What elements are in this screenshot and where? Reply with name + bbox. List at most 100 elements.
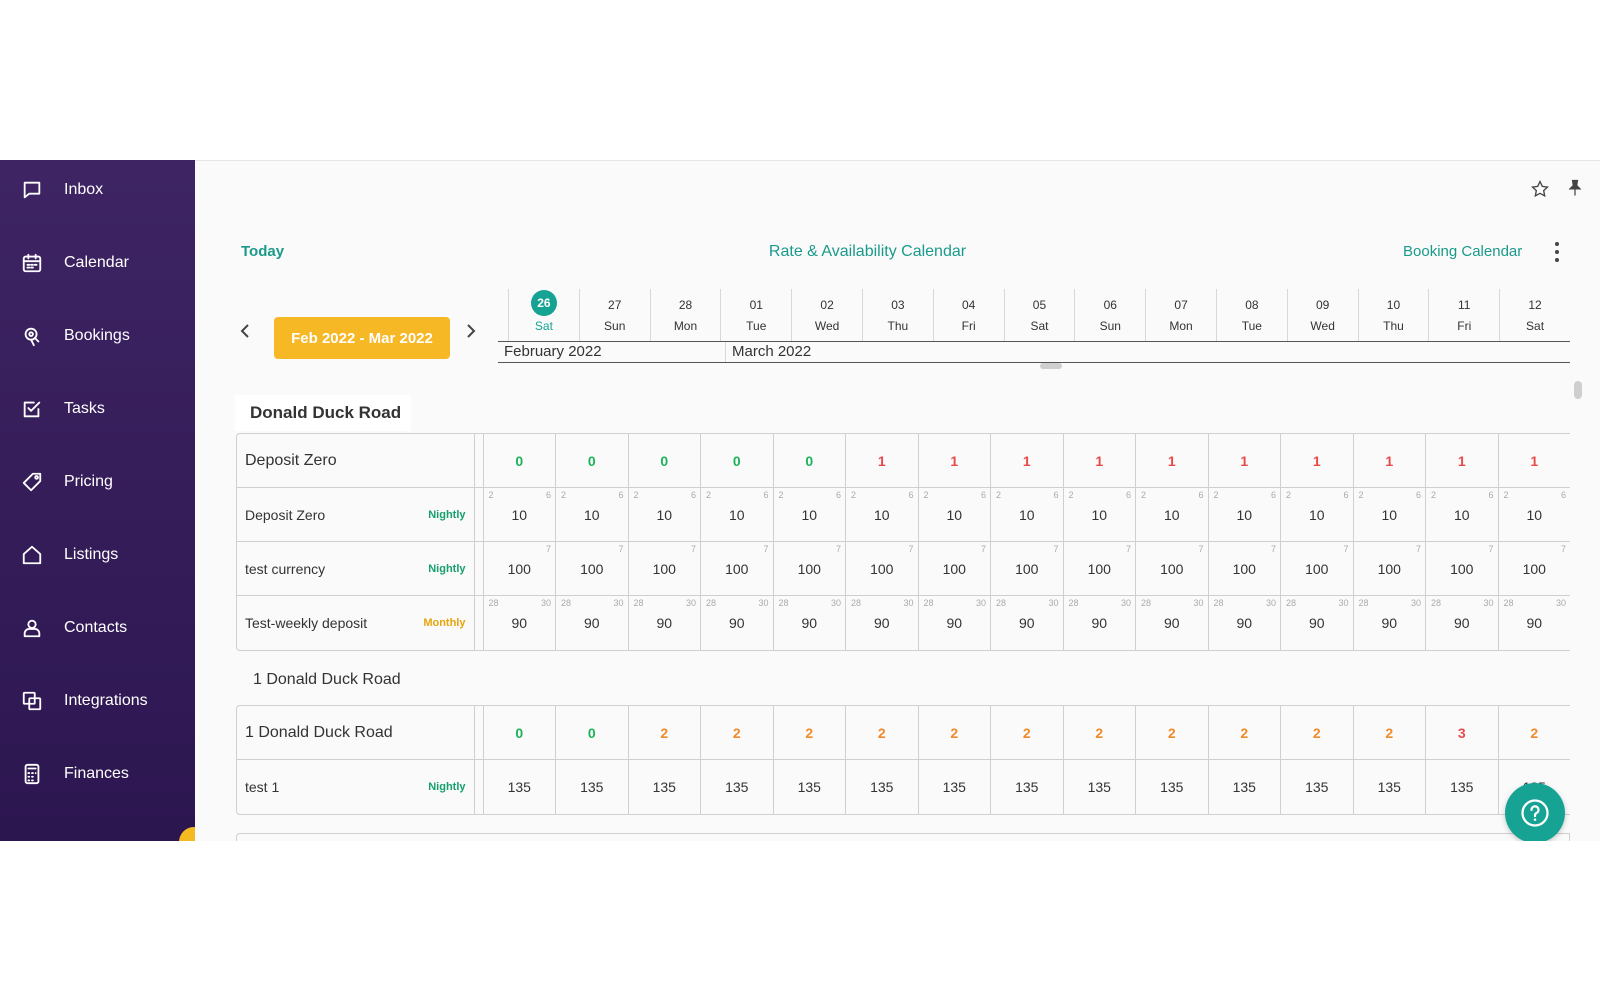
date-column-header[interactable]: 06 Sun (1074, 289, 1145, 341)
date-column-header[interactable]: 28 Mon (649, 289, 721, 341)
chevron-left-icon[interactable] (235, 321, 255, 341)
availability-cell[interactable]: 2 (1497, 706, 1571, 759)
rate-cell[interactable]: 28 30 90 (1207, 596, 1281, 650)
availability-cell[interactable]: 2 (1207, 706, 1281, 759)
more-vertical-icon[interactable] (1553, 241, 1561, 263)
rate-cell[interactable]: 135 (845, 760, 918, 814)
availability-cell[interactable]: 2 (700, 706, 773, 759)
rate-cell[interactable]: 7 100 (627, 542, 701, 595)
rate-cell[interactable]: 28 30 90 (555, 596, 628, 650)
rate-cell[interactable]: 135 (1135, 760, 1208, 814)
rate-plan-label[interactable]: test currency Nightly (237, 542, 475, 595)
availability-cell[interactable]: 0 (482, 434, 556, 487)
rate-cell[interactable]: 2 6 10 (482, 488, 556, 541)
availability-cell[interactable]: 1 (1207, 434, 1281, 487)
rate-cell[interactable]: 135 (1425, 760, 1498, 814)
availability-cell[interactable]: 1 (1497, 434, 1571, 487)
rate-cell[interactable]: 7 100 (990, 542, 1063, 595)
rate-cell[interactable]: 28 30 90 (845, 596, 918, 650)
rate-cell[interactable]: 2 6 10 (1062, 488, 1136, 541)
availability-cell[interactable]: 1 (1280, 434, 1353, 487)
rate-cell[interactable]: 7 100 (555, 542, 628, 595)
rate-cell[interactable]: 135 (1352, 760, 1426, 814)
rate-cell[interactable]: 2 6 10 (555, 488, 628, 541)
sidebar-item-pricing[interactable]: Pricing (0, 462, 195, 502)
sidebar-item-tasks[interactable]: Tasks (0, 389, 195, 429)
rate-plan-label[interactable]: Deposit Zero Nightly (237, 488, 475, 541)
rate-cell[interactable]: 2 6 10 (1497, 488, 1571, 541)
rate-cell[interactable]: 7 100 (1352, 542, 1426, 595)
availability-cell[interactable]: 0 (482, 706, 556, 759)
date-column-header[interactable]: 05 Sat (1003, 289, 1075, 341)
rate-cell[interactable]: 7 100 (700, 542, 773, 595)
date-column-header[interactable]: 07 Mon (1145, 289, 1216, 341)
sidebar-item-bookings[interactable]: Bookings (0, 316, 195, 356)
rate-cell[interactable]: 7 100 (1062, 542, 1136, 595)
sidebar-item-integrations[interactable]: Integrations (0, 681, 195, 721)
date-column-header[interactable]: 12 Sat (1499, 289, 1570, 341)
rate-cell[interactable]: 28 30 90 (1425, 596, 1498, 650)
rate-cell[interactable]: 2 6 10 (1135, 488, 1208, 541)
rate-cell[interactable]: 2 6 10 (1425, 488, 1498, 541)
availability-cell[interactable]: 2 (845, 706, 918, 759)
availability-cell[interactable]: 1 (917, 434, 991, 487)
date-column-header[interactable]: 03 Thu (861, 289, 933, 341)
date-column-header[interactable]: 10 Thu (1357, 289, 1429, 341)
rate-cell[interactable]: 135 (1280, 760, 1353, 814)
rate-cell[interactable]: 135 (627, 760, 701, 814)
rate-plan-label[interactable]: Test-weekly deposit Monthly (237, 596, 475, 650)
date-column-header[interactable]: 26 Sat (508, 289, 579, 341)
date-column-header[interactable]: 02 Wed (791, 289, 862, 341)
rate-cell[interactable]: 2 6 10 (917, 488, 991, 541)
rate-cell[interactable]: 7 100 (1207, 542, 1281, 595)
availability-cell[interactable]: 3 (1425, 706, 1498, 759)
availability-cell[interactable]: 2 (772, 706, 846, 759)
availability-cell[interactable]: 2 (1280, 706, 1353, 759)
availability-cell[interactable]: 2 (917, 706, 991, 759)
unit-label[interactable]: Deposit Zero (237, 434, 475, 487)
availability-cell[interactable]: 0 (772, 434, 846, 487)
horizontal-scrollbar[interactable] (1040, 363, 1062, 369)
rate-cell[interactable]: 135 (482, 760, 556, 814)
availability-cell[interactable]: 0 (700, 434, 773, 487)
rate-cell[interactable]: 135 (990, 760, 1063, 814)
pin-icon[interactable] (1565, 178, 1585, 198)
availability-cell[interactable]: 2 (1352, 706, 1426, 759)
availability-cell[interactable]: 0 (555, 434, 628, 487)
rate-cell[interactable]: 135 (700, 760, 773, 814)
help-button[interactable] (1505, 783, 1565, 841)
rate-cell[interactable]: 28 30 90 (1280, 596, 1353, 650)
star-icon[interactable] (1530, 179, 1550, 199)
rate-cell[interactable]: 2 6 10 (1352, 488, 1426, 541)
rate-cell[interactable]: 2 6 10 (700, 488, 773, 541)
rate-cell[interactable]: 2 6 10 (772, 488, 846, 541)
rate-cell[interactable]: 135 (1062, 760, 1136, 814)
sidebar-item-calendar[interactable]: Calendar (0, 243, 195, 283)
rate-cell[interactable]: 28 30 90 (700, 596, 773, 650)
vertical-scrollbar[interactable] (1574, 381, 1582, 399)
availability-cell[interactable]: 2 (1135, 706, 1208, 759)
date-column-header[interactable]: 08 Tue (1215, 289, 1287, 341)
availability-cell[interactable]: 2 (1062, 706, 1136, 759)
rate-cell[interactable]: 2 6 10 (1207, 488, 1281, 541)
rate-cell[interactable]: 28 30 90 (1497, 596, 1571, 650)
availability-cell[interactable]: 0 (627, 434, 701, 487)
rate-cell[interactable]: 28 30 90 (482, 596, 556, 650)
rate-cell[interactable]: 135 (917, 760, 991, 814)
rate-cell[interactable]: 7 100 (1497, 542, 1571, 595)
rate-cell[interactable]: 7 100 (1425, 542, 1498, 595)
sidebar-item-finances[interactable]: Finances (0, 754, 195, 794)
rate-cell[interactable]: 2 6 10 (1280, 488, 1353, 541)
sidebar-item-listings[interactable]: Listings (0, 535, 195, 575)
rate-cell[interactable]: 28 30 90 (772, 596, 846, 650)
rate-cell[interactable]: 28 30 90 (1135, 596, 1208, 650)
rate-cell[interactable]: 135 (772, 760, 846, 814)
today-link[interactable]: Today (241, 243, 284, 260)
date-column-header[interactable]: 11 Fri (1428, 289, 1499, 341)
rate-cell[interactable]: 28 30 90 (627, 596, 701, 650)
rate-cell[interactable]: 135 (1207, 760, 1281, 814)
rate-cell[interactable]: 2 6 10 (990, 488, 1063, 541)
sidebar-item-contacts[interactable]: Contacts (0, 608, 195, 648)
rate-cell[interactable]: 2 6 10 (845, 488, 918, 541)
booking-calendar-link[interactable]: Booking Calendar (1403, 243, 1522, 260)
